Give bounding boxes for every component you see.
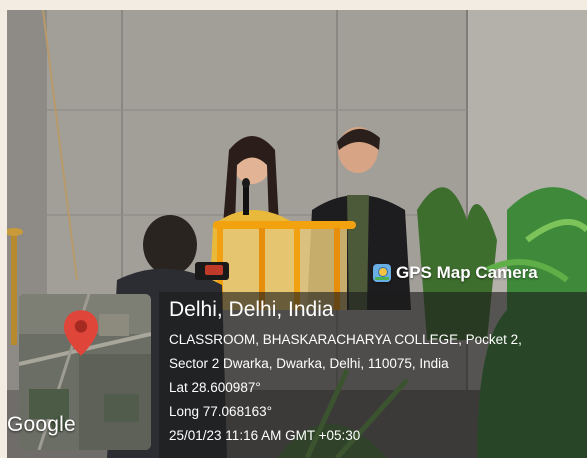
address-line-2: Sector 2 Dwarka, Dwarka, Delhi, 110075, … [169, 356, 449, 371]
location-info-panel: Delhi, Delhi, India CLASSROOM, BHASKARAC… [159, 292, 587, 458]
photo-frame: GPS Map Camera Google Delhi, Delhi, Indi… [7, 10, 587, 458]
timestamp-text: 25/01/23 11:16 AM GMT +05:30 [169, 428, 361, 443]
camera-app-icon [373, 264, 391, 282]
longitude-text: Long 77.068163° [169, 404, 272, 419]
address-line-1: CLASSROOM, BHASKARACHARYA COLLEGE, Pocke… [169, 332, 522, 347]
app-name-label: GPS Map Camera [396, 263, 538, 282]
map-pin-icon [63, 310, 99, 356]
latitude-text: Lat 28.600987° [169, 380, 261, 395]
location-title: Delhi, Delhi, India [169, 298, 334, 321]
gps-map-camera-badge: GPS Map Camera [373, 263, 538, 283]
google-logo: Google [7, 413, 76, 436]
